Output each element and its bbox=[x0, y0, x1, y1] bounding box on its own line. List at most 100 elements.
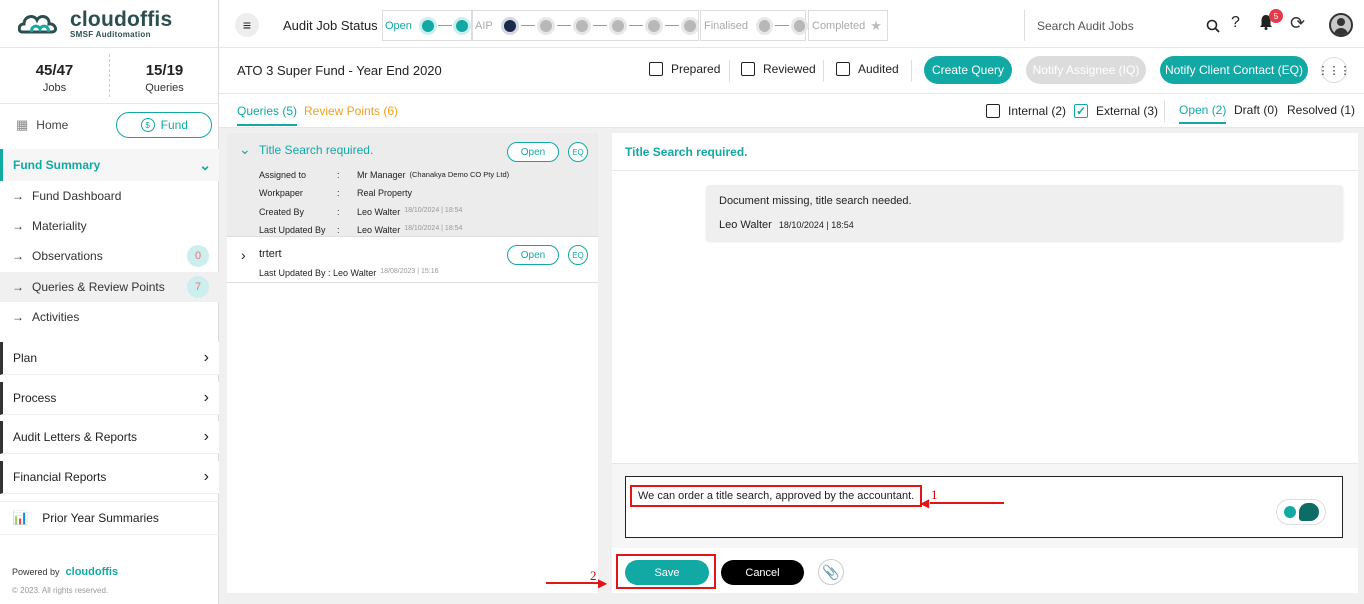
brand-tagline: SMSF Auditomation bbox=[70, 29, 151, 39]
chevron-right-icon: › bbox=[203, 428, 209, 445]
meta-updated: Last Updated By : Leo Walter 18/10/2024 … bbox=[259, 225, 462, 235]
cancel-button[interactable]: Cancel bbox=[721, 560, 804, 585]
tab-status-resolved[interactable]: Resolved (1) bbox=[1287, 103, 1355, 117]
external-checkbox[interactable]: ✓ External (3) bbox=[1074, 104, 1158, 118]
chat-icon bbox=[1298, 503, 1319, 521]
checkbox-label: Reviewed bbox=[763, 62, 816, 76]
sidebar-section-financial-reports[interactable]: Financial Reports › bbox=[0, 461, 219, 494]
paperclip-icon[interactable]: 📎 bbox=[818, 559, 844, 585]
stat-jobs[interactable]: 45/47 Jobs bbox=[0, 48, 109, 103]
query-detail: Title Search required. Document missing,… bbox=[612, 133, 1358, 593]
checkbox-label: Internal (2) bbox=[1008, 104, 1067, 118]
help-icon[interactable]: ? bbox=[1231, 14, 1240, 32]
stage-dot bbox=[647, 19, 660, 32]
tab-status-draft[interactable]: Draft (0) bbox=[1234, 103, 1278, 117]
tabs-row: Queries (5) Review Points (6) Internal (… bbox=[219, 94, 1364, 128]
tab-queries[interactable]: Queries (5) bbox=[237, 104, 298, 126]
stage-completed[interactable]: Completed ★ bbox=[808, 10, 888, 41]
stage-line bbox=[520, 25, 535, 26]
avatar-body bbox=[1334, 28, 1348, 35]
type-badge[interactable]: EQ bbox=[568, 245, 588, 265]
grid-icon: ▦ bbox=[16, 117, 29, 132]
sidebar-item-fund-dashboard[interactable]: → Fund Dashboard bbox=[0, 181, 219, 211]
copyright: © 2023. All rights reserved. bbox=[12, 586, 109, 595]
stage-line bbox=[556, 25, 571, 26]
stat-value: 15/19 bbox=[145, 62, 184, 79]
stage-label: Finalised bbox=[704, 19, 749, 32]
sidebar-item-label: Observations bbox=[32, 249, 103, 263]
search-icon[interactable] bbox=[1206, 19, 1220, 33]
cloud-logo-icon bbox=[18, 14, 58, 33]
fund-header: ATO 3 Super Fund - Year End 2020 Prepare… bbox=[219, 48, 1364, 94]
create-query-button[interactable]: Create Query bbox=[924, 56, 1012, 84]
reply-textarea[interactable]: We can order a title search, approved by… bbox=[625, 476, 1343, 538]
apps-grid-icon[interactable]: ⋮⋮⋮ bbox=[1318, 57, 1351, 83]
audited-checkbox[interactable]: Audited bbox=[836, 62, 899, 76]
fund-summary-label: Fund Summary bbox=[13, 158, 101, 172]
query-list: ⌄ Title Search required. Open EQ Assigne… bbox=[227, 133, 598, 593]
meta-value: Leo Walter bbox=[357, 225, 401, 235]
message-author: Leo Walter bbox=[719, 219, 772, 231]
meta-key: Created By bbox=[259, 207, 305, 217]
sidebar-section-plan[interactable]: Plan › bbox=[0, 342, 219, 375]
meta-colon: : bbox=[337, 207, 340, 217]
arrow-right-icon: → bbox=[12, 249, 24, 263]
section-label: Audit Letters & Reports bbox=[13, 430, 138, 444]
sidebar-section-process[interactable]: Process › bbox=[0, 382, 219, 415]
notify-client-button[interactable]: Notify Client Contact (EQ) bbox=[1160, 56, 1308, 84]
avatar[interactable] bbox=[1329, 13, 1353, 37]
message-time: 18/10/2024 | 18:54 bbox=[778, 220, 854, 230]
logo[interactable]: cloudoffis SMSF Auditomation bbox=[0, 0, 219, 48]
sidebar-item-label: Queries & Review Points bbox=[32, 280, 165, 294]
prepared-checkbox[interactable]: Prepared bbox=[649, 62, 720, 76]
stats-panel: 45/47 Jobs 15/19 Queries bbox=[0, 48, 219, 104]
stage-dot bbox=[539, 19, 552, 32]
fund-summary-header[interactable]: Fund Summary ⌄ bbox=[0, 149, 219, 181]
query-title: Title Search required. bbox=[259, 143, 374, 157]
sidebar-item-materiality[interactable]: → Materiality bbox=[0, 211, 219, 241]
ai-assist-icon[interactable] bbox=[1276, 499, 1326, 525]
status-badge[interactable]: Open bbox=[507, 142, 559, 162]
stat-value: 45/47 bbox=[35, 62, 74, 79]
count-badge: 0 bbox=[187, 245, 209, 267]
sidebar-item-activities[interactable]: → Activities bbox=[0, 302, 219, 332]
fund-button[interactable]: $ Fund bbox=[116, 112, 213, 138]
home-label: Home bbox=[36, 118, 69, 132]
query-item[interactable]: ⌄ Title Search required. Open EQ Assigne… bbox=[227, 133, 598, 237]
status-badge[interactable]: Open bbox=[507, 245, 559, 265]
reviewed-checkbox[interactable]: Reviewed bbox=[741, 62, 816, 76]
meta-value: Leo Walter bbox=[357, 207, 401, 217]
internal-checkbox[interactable]: Internal (2) bbox=[986, 104, 1066, 118]
chevron-right-icon[interactable]: › bbox=[241, 247, 246, 263]
sidebar-section-audit-letters[interactable]: Audit Letters & Reports › bbox=[0, 421, 219, 454]
chevron-right-icon: › bbox=[203, 389, 209, 406]
tab-status-open[interactable]: Open (2) bbox=[1179, 103, 1227, 124]
sidebar-item-queries-review[interactable]: → Queries & Review Points 7 bbox=[0, 272, 219, 302]
notify-assignee-button[interactable]: Notify Assignee (IQ) bbox=[1026, 56, 1146, 84]
query-item[interactable]: › trtert Open EQ Last Updated By : Leo W… bbox=[227, 237, 598, 283]
chevron-down-icon[interactable]: ⌄ bbox=[239, 141, 251, 158]
powered-logo: cloudoffis bbox=[65, 566, 119, 578]
stage-open[interactable]: Open bbox=[382, 10, 472, 41]
section-label: Process bbox=[13, 391, 57, 405]
type-badge[interactable]: EQ bbox=[568, 142, 588, 162]
save-button[interactable]: Save bbox=[625, 560, 709, 585]
search-input[interactable]: Search Audit Jobs bbox=[1024, 10, 1224, 41]
arrow-right-icon: → bbox=[12, 310, 24, 324]
meta-colon: : bbox=[337, 188, 340, 198]
sidebar-prior-year[interactable]: 📊 Prior Year Summaries bbox=[0, 501, 219, 535]
sidebar-item-observations[interactable]: → Observations 0 bbox=[0, 241, 219, 271]
stage-dot bbox=[503, 19, 516, 32]
menu-icon[interactable]: ≡ bbox=[235, 13, 259, 37]
bar-chart-icon: 📊 bbox=[12, 510, 29, 525]
arrow-right-icon: → bbox=[12, 189, 24, 203]
tab-review-points[interactable]: Review Points (6) bbox=[304, 104, 398, 118]
nav-home-row: ▦ Home $ Fund bbox=[0, 104, 219, 146]
fund-title: ATO 3 Super Fund - Year End 2020 bbox=[237, 63, 442, 78]
sync-icon[interactable]: ⟳ bbox=[1290, 13, 1305, 34]
stage-finalised[interactable]: Finalised bbox=[700, 10, 806, 41]
notification-bell-icon[interactable]: 5 bbox=[1259, 9, 1283, 34]
stat-queries[interactable]: 15/19 Queries bbox=[109, 54, 219, 97]
home-link[interactable]: ▦ Home bbox=[16, 117, 68, 133]
stage-aip[interactable]: AIP bbox=[472, 10, 699, 41]
